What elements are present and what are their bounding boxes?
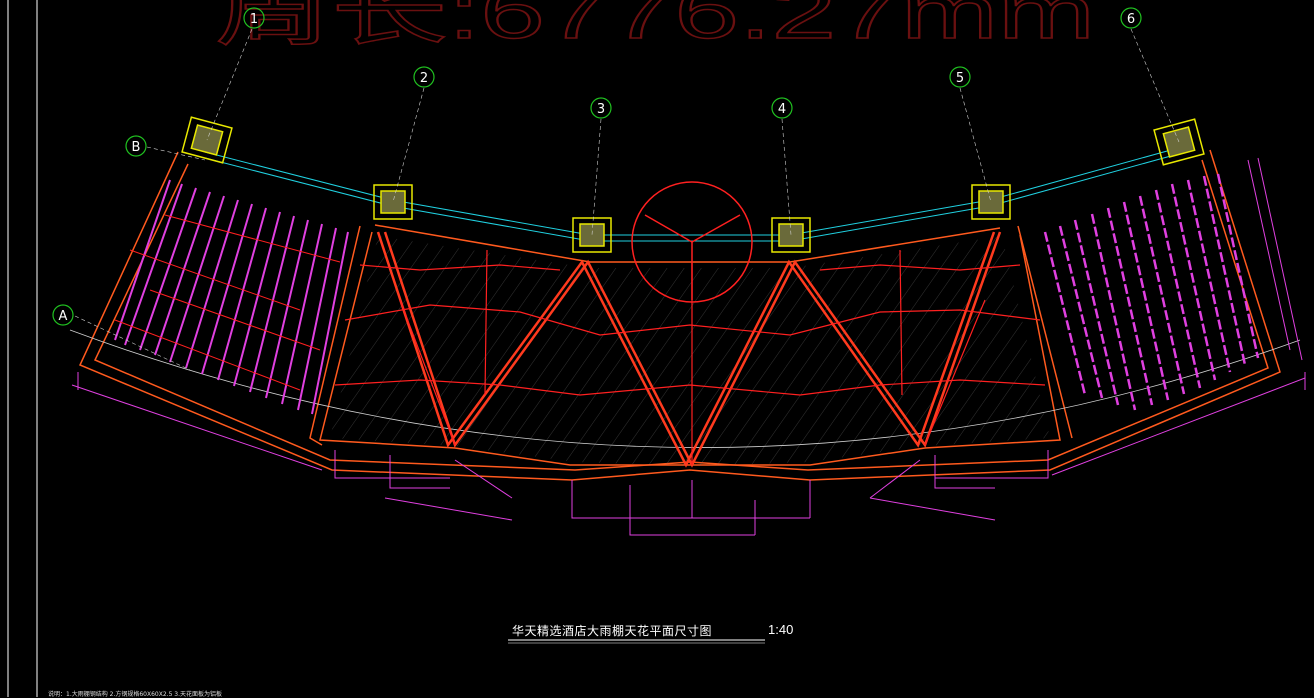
axis-label-4: 4 [778,102,786,117]
perimeter-watermark: 周长:6776.27mm [215,0,1095,54]
cad-drawing-canvas[interactable]: 周长:6776.27mm 1 2 3 4 5 6 A B [0,0,1314,697]
axis-bubble-A: A [52,304,74,326]
axis-bubble-5: 5 [949,66,971,88]
axis-bubble-2: 2 [413,66,435,88]
left-louver-panel [114,179,349,415]
gutter-lines [204,147,1179,242]
axis-label-1: 1 [250,12,258,27]
drawing-title: 华天精选酒店大雨棚天花平面尺寸图 [512,624,713,638]
axis-bubble-3: 3 [590,97,612,119]
right-louver-panel [1043,173,1260,411]
axis-label-3: 3 [597,102,605,117]
axis-bubble-B: B [125,135,147,157]
axis-label-6: 6 [1127,12,1135,27]
axis-label-B: B [132,140,141,155]
drawing-scale: 1:40 [768,622,794,637]
axis-bubble-4: 4 [771,97,793,119]
axis-label-2: 2 [420,71,428,86]
axis-label-5: 5 [956,71,964,86]
axis-bubble-6: 6 [1120,7,1142,29]
axis-label-A: A [59,309,68,324]
central-circle-feature [631,181,753,303]
central-panel-hatch [330,236,1050,466]
